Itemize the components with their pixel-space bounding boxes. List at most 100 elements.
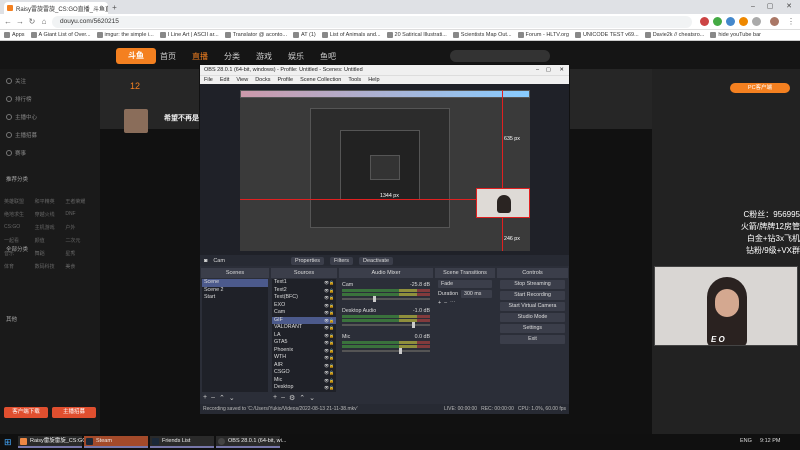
obs-menu-item[interactable]: Docks	[255, 77, 270, 83]
bookmark-item[interactable]: 20 Satirical Illustrati...	[386, 32, 447, 38]
remove-icon[interactable]: –	[281, 394, 285, 401]
category-link[interactable]: 舞蹈	[35, 250, 66, 257]
taskbar-item-friends[interactable]: Friends List	[150, 436, 214, 448]
add-icon[interactable]: +	[438, 300, 441, 306]
control-button[interactable]: Exit	[500, 335, 565, 344]
address-bar[interactable]: douyu.com/5620215	[52, 16, 692, 28]
taskbar-item-obs[interactable]: OBS 28.0.1 (64-bit, wi...	[216, 436, 286, 448]
category-link[interactable]: 星秀	[65, 250, 96, 257]
remove-icon[interactable]: –	[211, 394, 215, 401]
new-tab-icon[interactable]: +	[110, 3, 119, 12]
category-link[interactable]: 音乐	[4, 250, 35, 257]
site-nav-item[interactable]: 游戏	[256, 51, 272, 62]
bookmark-item[interactable]: hide youTube bar	[710, 32, 761, 38]
obs-menu-item[interactable]: Edit	[220, 77, 229, 83]
move-up-icon[interactable]: ⌃	[219, 394, 225, 402]
visibility-lock-icons[interactable]: 👁🔒	[324, 347, 334, 355]
scene-item[interactable]: Scene 2	[202, 287, 268, 295]
source-item[interactable]: Text2 👁🔒	[272, 287, 336, 295]
obs-close-icon[interactable]: ✕	[559, 67, 564, 73]
visibility-lock-icons[interactable]: 👁🔒	[324, 279, 334, 287]
visibility-lock-icons[interactable]: 👁🔒	[324, 362, 334, 370]
obs-menu-item[interactable]: Tools	[348, 77, 361, 83]
site-nav-item[interactable]: 娱乐	[288, 51, 304, 62]
move-down-icon[interactable]: ⌄	[229, 394, 235, 402]
bookmark-item[interactable]: Scientists Map Out...	[452, 32, 512, 38]
volume-slider-handle[interactable]	[399, 348, 403, 354]
visibility-lock-icons[interactable]: 👁🔒	[324, 332, 334, 340]
home-icon[interactable]: ⌂	[39, 17, 49, 27]
visibility-lock-icons[interactable]: 👁🔒	[324, 369, 334, 377]
bookmark-item[interactable]: Forum - HLTV.org	[517, 32, 569, 38]
cam-source-box[interactable]	[476, 188, 530, 218]
move-up-icon[interactable]: ⌃	[299, 394, 305, 402]
deactivate-button[interactable]: Deactivate	[359, 256, 394, 265]
extension-icon[interactable]	[752, 17, 761, 26]
source-item[interactable]: EXO 👁🔒	[272, 302, 336, 310]
category-link[interactable]: 二次元	[65, 237, 96, 244]
source-item[interactable]: VALORANT 👁🔒	[272, 324, 336, 332]
visibility-lock-icons[interactable]: 👁🔒	[324, 309, 334, 317]
bookmark-item[interactable]: I Line Art | ASCII ar...	[159, 32, 219, 38]
back-icon[interactable]: ←	[3, 17, 13, 27]
maximize-icon[interactable]: ▢	[765, 2, 775, 12]
category-link[interactable]: 体育	[4, 263, 35, 270]
source-item[interactable]: GIF 👁🔒	[272, 316, 336, 325]
category-link[interactable]: 数码科技	[35, 263, 66, 270]
obs-menu-item[interactable]: Profile	[277, 77, 293, 83]
visibility-lock-icons[interactable]: 👁🔒	[324, 294, 334, 302]
obs-minimize-icon[interactable]: –	[536, 67, 539, 73]
obs-menu-item[interactable]: File	[204, 77, 213, 83]
visibility-lock-icons[interactable]: 👁🔒	[324, 317, 334, 325]
volume-slider-handle[interactable]	[372, 296, 376, 302]
category-link[interactable]: DNF	[65, 211, 96, 218]
source-item[interactable]: Cam 👁🔒	[272, 309, 336, 317]
extension-icon[interactable]	[700, 17, 709, 26]
browser-tab[interactable]: Raisy雷旋雷旋_CS:GO直播_斗鱼直播	[4, 2, 108, 14]
site-nav-item[interactable]: 鱼吧	[320, 51, 336, 62]
filters-button[interactable]: Filters	[330, 256, 354, 265]
reload-icon[interactable]: ↻	[27, 17, 37, 27]
visibility-lock-icons[interactable]: 👁🔒	[324, 324, 334, 332]
control-button[interactable]: Studio Mode	[500, 313, 565, 322]
remove-icon[interactable]: –	[444, 300, 447, 306]
volume-slider[interactable]	[342, 322, 430, 328]
visibility-lock-icons[interactable]: 👁🔒	[324, 384, 334, 392]
source-item[interactable]: Text1 👁🔒	[272, 279, 336, 287]
move-down-icon[interactable]: ⌄	[309, 394, 315, 402]
category-link[interactable]: CS:GO	[4, 224, 35, 231]
category-link[interactable]: 颜值	[35, 237, 66, 244]
bookmark-item[interactable]: Apps	[4, 32, 25, 38]
source-item[interactable]: Mic 👁🔒	[272, 377, 336, 385]
category-link[interactable]: 穿越火线	[35, 211, 66, 218]
visibility-lock-icons[interactable]: 👁🔒	[324, 287, 334, 295]
clock[interactable]: 9:12 PM	[760, 438, 780, 444]
sidebar-item[interactable]: 主播中心	[6, 113, 37, 121]
visibility-lock-icons[interactable]: 👁🔒	[324, 339, 334, 347]
bookmark-item[interactable]: List of Animals and...	[321, 32, 381, 38]
site-nav-item[interactable]: 分类	[224, 51, 240, 62]
bookmark-item[interactable]: imgur: the simple i...	[96, 32, 154, 38]
category-link[interactable]: 一起看	[4, 237, 35, 244]
site-logo[interactable]: 斗鱼	[116, 48, 156, 64]
obs-preview[interactable]: 635 px 1344 px 246 px	[200, 84, 569, 255]
profile-avatar[interactable]	[770, 17, 779, 26]
forward-icon[interactable]: →	[15, 17, 25, 27]
volume-slider[interactable]	[342, 348, 430, 354]
more-icon[interactable]: ⋯	[450, 300, 455, 306]
sidebar-item[interactable]: 主播招募	[6, 131, 37, 139]
category-link[interactable]: 美食	[65, 263, 96, 270]
recruit-button[interactable]: 主播招募	[52, 407, 96, 418]
source-item[interactable]: WTH 👁🔒	[272, 354, 336, 362]
control-button[interactable]: Stop Streaming	[500, 280, 565, 289]
taskbar-item-chrome[interactable]: Raisy雷旋雷旋_CS:GO...	[18, 436, 91, 448]
source-item[interactable]: CSGO 👁🔒	[272, 369, 336, 377]
language-indicator[interactable]: ENG	[740, 438, 752, 444]
visibility-lock-icons[interactable]: 👁🔒	[324, 302, 334, 310]
volume-slider[interactable]	[342, 296, 430, 302]
preview-canvas[interactable]: 635 px 1344 px 246 px	[240, 90, 530, 251]
transition-select[interactable]: Fade	[438, 280, 492, 288]
obs-menu-item[interactable]: View	[236, 77, 248, 83]
site-search-input[interactable]	[450, 50, 550, 62]
scene-item[interactable]: Start	[202, 294, 268, 302]
